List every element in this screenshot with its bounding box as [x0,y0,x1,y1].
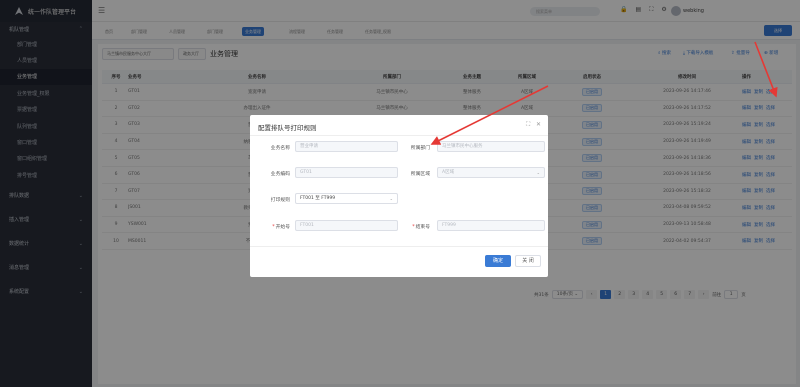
annotation-arrows [430,41,778,145]
arrow-to-select-action [754,41,778,98]
arrow-to-dept-field [430,85,549,145]
